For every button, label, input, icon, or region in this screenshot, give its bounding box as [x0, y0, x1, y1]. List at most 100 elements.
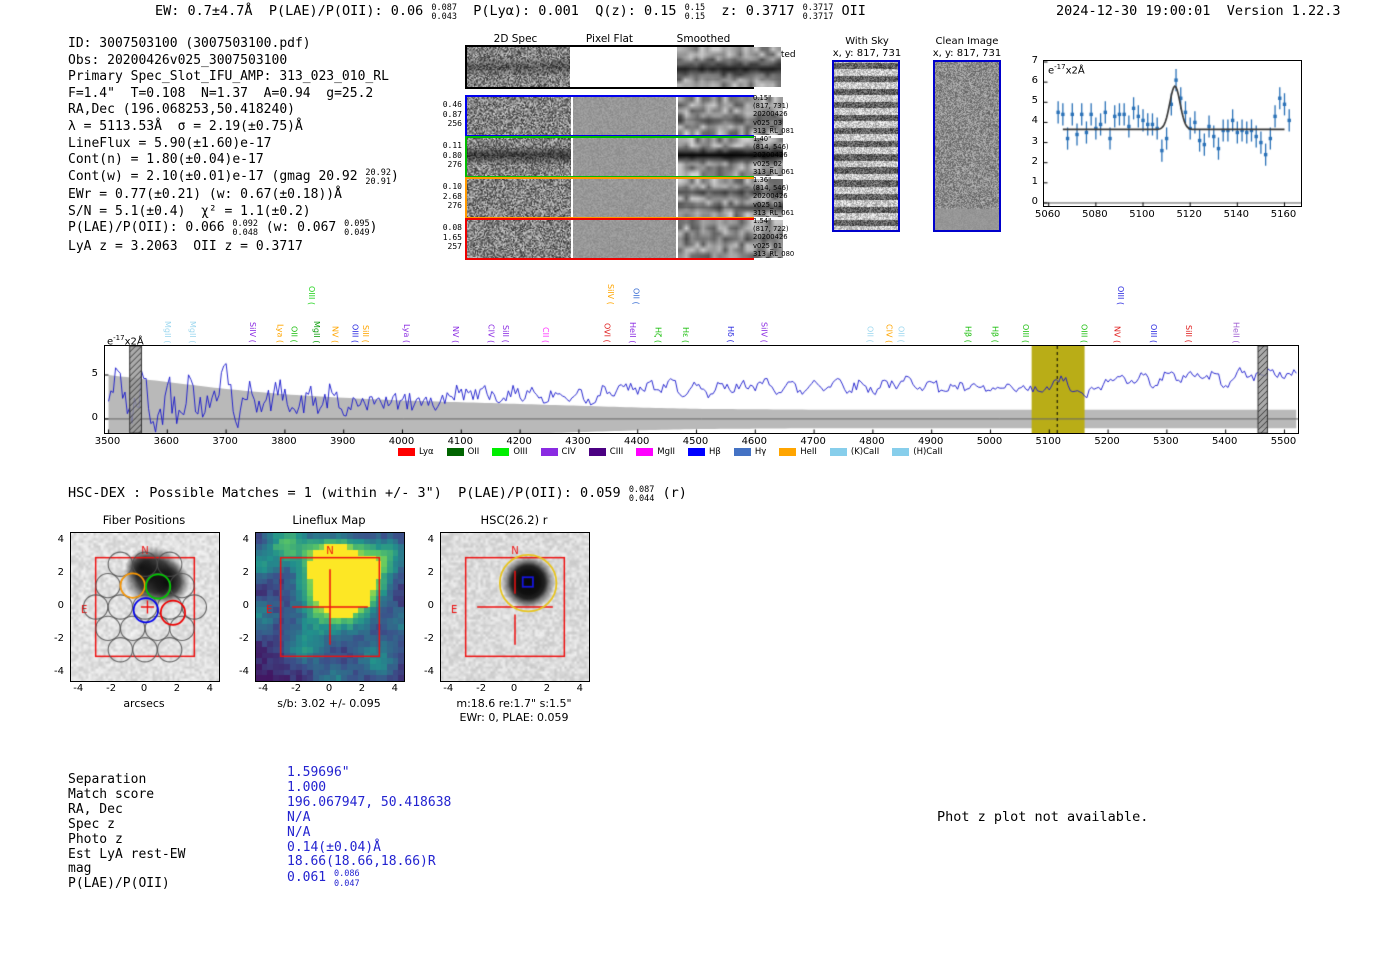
spec2d-left-label: 0.46 0.87 256: [442, 100, 462, 128]
spectrum-ytick: 0: [91, 411, 98, 423]
legend-item: HeII: [779, 447, 817, 457]
legend-item: Hγ: [733, 447, 766, 457]
z-value: z: 0.3717: [721, 3, 795, 19]
fiber-xlabel: arcsecs: [123, 697, 165, 710]
cutout-ytick: 2: [57, 567, 64, 579]
legend-item: Lyα: [398, 447, 434, 457]
legend-label: Lyα: [419, 447, 434, 457]
match-label-1: Match score: [68, 786, 155, 802]
legend-label: (H)CaII: [913, 447, 943, 457]
cutout-ytick: -4: [54, 665, 64, 677]
info-line-7: Cont(n) = 1.80(±0.04)e-17: [68, 152, 264, 168]
cutout-xtick: 4: [391, 683, 398, 694]
spectrum-xtick: 4200: [506, 436, 532, 447]
line-marker: CIV (: [884, 323, 894, 343]
spec2d-row: [465, 177, 783, 219]
with-sky-title: With Sky x, y: 817, 731: [832, 36, 902, 59]
spec2d-cell: [467, 138, 571, 176]
cutout-xtick: -4: [73, 683, 84, 694]
legend-label: MgII: [657, 447, 676, 457]
spectrum-ytick: 5: [91, 368, 98, 379]
qz-frac: 0.15 0.15: [684, 2, 706, 22]
classification-label: OII: [841, 3, 866, 19]
spec2d-right-label: 1.36" (814, 546) 20200426 v025_01 313_RL_061: [753, 176, 795, 217]
cutout-xtick: -4: [258, 683, 269, 694]
info-line-6: LineFlux = 5.90(±1.60)e-17: [68, 135, 272, 151]
cutout-ytick: -2: [54, 632, 64, 644]
inset-xtick: 5140: [1223, 209, 1250, 220]
match-value-4: N/A: [287, 824, 311, 840]
legend-color-swatch: [446, 448, 464, 456]
cutout-ytick: 4: [57, 534, 64, 546]
line-marker: Hε (: [681, 326, 691, 343]
legend-item: (H)CaII: [892, 447, 942, 457]
line-marker: HeII (: [628, 321, 638, 343]
hsc-caption-2: EWr: 0, PLAE: 0.059: [459, 711, 569, 724]
spec2d-row: [465, 136, 783, 178]
legend-color-swatch: [398, 448, 415, 456]
info-line-3: F=1.4" T=0.108 N=1.37 A=0.94 g=25.2: [68, 85, 374, 101]
spectrum-xtick: 4100: [447, 436, 474, 447]
line-marker: Lya (: [275, 323, 285, 343]
spec2d-cell: [572, 179, 676, 217]
match-label-6: mag: [68, 861, 92, 877]
spec2d-row: [465, 45, 781, 89]
info-line-8: Cont(w) = 2.10(±0.01)e-17 (gmag 20.92 20…: [68, 167, 399, 187]
cutout-ytick: 0: [242, 600, 249, 611]
spectrum-xtick: 4300: [565, 436, 591, 447]
line-marker: OIII (: [307, 285, 317, 305]
line-marker: MgII (: [163, 320, 173, 343]
spectrum-xtick: 3900: [329, 436, 356, 447]
info-line-1: Obs: 20200426v025_3007503100: [68, 52, 288, 68]
spectrum-xtick: 4600: [741, 436, 768, 447]
spectrum-xtick: 4400: [623, 436, 650, 447]
spectrum-xtick: 5300: [1153, 436, 1179, 447]
cutout-xtick: 2: [173, 683, 181, 694]
spectrum-xtick: 4900: [917, 436, 944, 447]
spectrum-xtick: 5500: [1270, 436, 1297, 447]
cutout-ytick: -2: [239, 632, 249, 644]
legend-color-swatch: [688, 448, 706, 456]
cutout-ytick: -2: [424, 632, 434, 644]
hsc-cutout-panel: [440, 532, 590, 682]
spec2d-right-label: 1.40" (814, 546) 20200426 v025_02 313_RL_061: [753, 135, 795, 176]
line-marker: SiIV (: [247, 322, 257, 343]
version-label: Version 1.22.3: [1226, 3, 1341, 19]
timestamp-version: 2024-12-30 19:00:01 Version 1.22.3: [1056, 3, 1341, 19]
inset-xtick: 5160: [1270, 209, 1297, 220]
match-value-6: 18.66(18.66,18.66)R: [287, 854, 436, 870]
spectrum-xtick: 4700: [800, 436, 826, 447]
legend-label: Hβ: [709, 447, 721, 457]
legend-label: CIV: [561, 447, 576, 457]
match-label-4: Photo z: [68, 831, 123, 847]
spec2d-cell: [676, 47, 781, 87]
inset-flux-units: e-17x2Å: [1048, 63, 1085, 77]
spectrum-xtick: 3800: [271, 436, 297, 447]
cutout-ytick: 0: [427, 600, 434, 611]
match-value-2: 196.067947, 50.418638: [287, 794, 452, 810]
fiber-positions-panel: [70, 532, 220, 682]
lineflux-map-panel: [255, 532, 405, 682]
spec2d-cell: [572, 97, 676, 135]
line-marker: Hζ (: [653, 326, 663, 343]
info-line-4: RA,Dec (196.068253,50.418240): [68, 102, 295, 118]
hsc-caption-1: m:18.6 re:1.7" s:1.5": [456, 697, 572, 710]
fiber-positions-title: Fiber Positions: [102, 513, 186, 527]
cutout-ytick: -4: [239, 665, 249, 677]
match-label-2: RA, Dec: [68, 801, 123, 817]
spectrum-xtick: 3700: [212, 436, 238, 447]
line-marker: SiII (: [1183, 325, 1193, 343]
lineflux-map-title: Lineflux Map: [292, 513, 366, 527]
legend-color-swatch: [733, 448, 751, 456]
spectrum-xtick: 5200: [1094, 436, 1120, 447]
legend-color-swatch: [492, 448, 510, 456]
line-marker: OVI (: [602, 323, 612, 343]
inset-ytick: 4: [1031, 115, 1038, 127]
clean-image-cutout: [933, 60, 1001, 232]
line-marker: NV (: [451, 325, 461, 343]
inset-ytick: 3: [1031, 135, 1038, 147]
legend-item: CIII: [588, 447, 623, 457]
line-marker: Lya (: [401, 323, 411, 343]
legend-color-swatch: [829, 448, 847, 456]
line-fit-plot: [1043, 60, 1302, 207]
